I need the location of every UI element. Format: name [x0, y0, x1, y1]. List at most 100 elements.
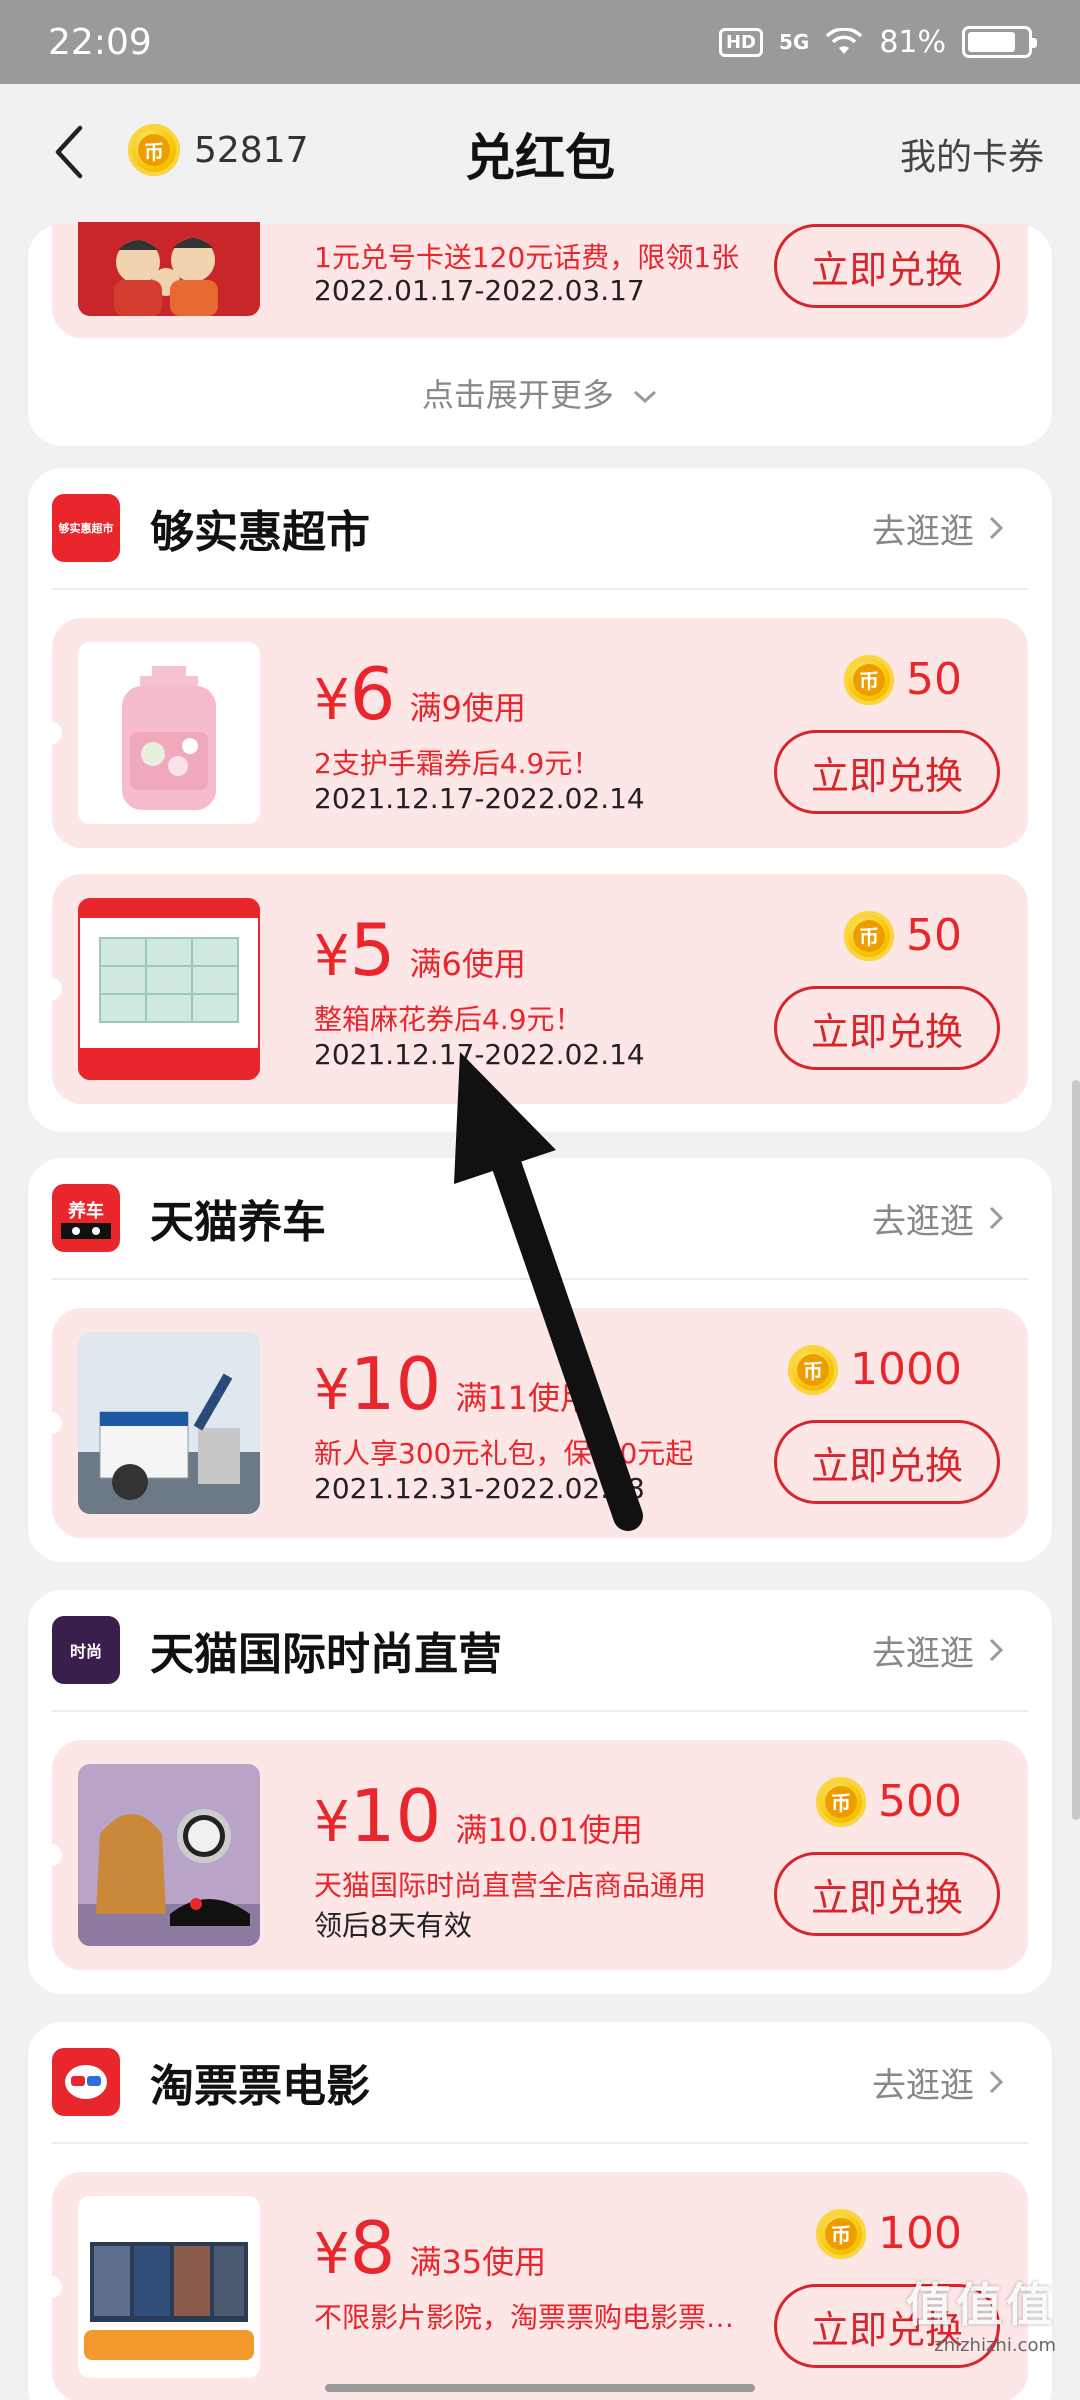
redeem-button[interactable]: 立即兑换	[774, 986, 1000, 1070]
store-header: 时尚 天猫国际时尚直营 去逛逛	[52, 1590, 1028, 1712]
coupon-condition: 满35使用	[409, 2243, 547, 2281]
coupon-price: 币 500	[816, 1776, 962, 1827]
coupon-amount: ¥ 5 满6使用	[314, 914, 526, 989]
redeem-button[interactable]: 立即兑换	[774, 224, 1000, 308]
coupon-image	[78, 898, 260, 1080]
coupon-condition: 满9使用	[409, 689, 526, 727]
scrollbar[interactable]	[1072, 1080, 1080, 1820]
coin-icon: 币	[788, 1344, 839, 1395]
store-name: 天猫养车	[150, 1197, 326, 1248]
store-logo: 养车	[52, 1184, 120, 1252]
store-logo	[52, 2048, 120, 2116]
store-card-tmall-fashion: 时尚 天猫国际时尚直营 去逛逛 ¥ 10 满10.01使用 天猫国际时尚直营全店…	[28, 1590, 1052, 1994]
coupon-image	[78, 1764, 260, 1946]
home-indicator[interactable]	[325, 2384, 755, 2392]
coupon-condition: 满10.01使用	[455, 1811, 643, 1849]
coupon-value: 6	[349, 652, 396, 736]
watermark-logo: 值值值	[906, 2278, 1056, 2332]
coin-cost: 500	[878, 1776, 962, 1827]
coupon-date: 2021.12.17-2022.02.14	[314, 1038, 645, 1071]
status-time: 22:09	[48, 21, 152, 63]
coupon-date: 2022.01.17-2022.03.17	[314, 274, 645, 307]
signal-icon: 5G	[778, 30, 810, 54]
currency-symbol: ¥	[314, 2222, 350, 2287]
page-header: 币 52817 兑红包 我的卡券	[0, 84, 1080, 224]
my-coupons-link[interactable]: 我的卡券	[900, 128, 1044, 180]
coupon-amount: ¥ 10 满10.01使用	[314, 1780, 643, 1855]
go-shop-label: 去逛逛	[872, 2065, 974, 2106]
chevron-right-icon	[989, 1638, 1004, 1662]
expand-more-label: 点击展开更多	[421, 376, 614, 414]
coin-balance: 币 52817	[128, 124, 309, 176]
coin-icon: 币	[816, 2208, 867, 2259]
coupon-image	[78, 2196, 260, 2378]
chevron-right-icon	[989, 1206, 1004, 1230]
coupon-value: 5	[349, 908, 396, 992]
store-header: 养车 天猫养车 去逛逛	[52, 1158, 1028, 1280]
coupon-card: ¥ 10 满11使用 新人享300元礼包，保养0元起 2021.12.31-20…	[42, 1308, 1028, 1538]
coupon-card: ¥ 8 满35使用 不限影片影院，淘票票购电影票… 币 100 立即兑换	[42, 2172, 1028, 2400]
battery-percent: 81%	[879, 24, 946, 60]
go-shop-link[interactable]: 去逛逛	[872, 504, 1004, 553]
coupon-price: 币 100	[816, 2208, 962, 2259]
coupon-description: 天猫国际时尚直营全店商品通用	[314, 1869, 707, 1902]
coupon-date: 2021.12.31-2022.02.28	[314, 1472, 645, 1505]
go-shop-link[interactable]: 去逛逛	[872, 2058, 1004, 2107]
coupon-condition: 满11使用	[455, 1379, 592, 1417]
coupon-image	[78, 222, 260, 316]
hd-icon: HD	[718, 27, 763, 57]
expand-more-button[interactable]: 点击展开更多	[28, 370, 1052, 416]
store-logo: 够实惠超市	[52, 494, 120, 562]
back-arrow-icon[interactable]	[50, 122, 90, 182]
coin-cost: 1000	[850, 1344, 962, 1395]
store-header: 够实惠超市 够实惠超市 去逛逛	[52, 468, 1028, 590]
coupon-card: ¥ 6 满9使用 2支护手霜券后4.9元！ 2021.12.17-2022.02…	[42, 618, 1028, 848]
currency-symbol: ¥	[314, 1358, 350, 1423]
coupon-image	[78, 1332, 260, 1514]
coupon-description: 整箱麻花券后4.9元！	[314, 1003, 583, 1036]
coin-icon: 币	[128, 124, 180, 176]
coupon-amount: ¥ 6 满9使用	[314, 658, 526, 733]
coupon-amount: ¥ 8 满35使用	[314, 2212, 546, 2287]
coupon-image	[78, 642, 260, 824]
redeem-button[interactable]: 立即兑换	[774, 1420, 1000, 1504]
coupon-description: 不限影片影院，淘票票购电影票…	[314, 2301, 735, 2334]
currency-symbol: ¥	[314, 924, 350, 989]
store-card-tmall-auto: 养车 天猫养车 去逛逛 ¥ 10 满11使用 新人享300元礼包，保养0元起 2…	[28, 1158, 1052, 1562]
status-bar: 22:09 HD 5G 81%	[0, 0, 1080, 84]
go-shop-label: 去逛逛	[872, 1201, 974, 1242]
coupon-card: 1元兑号卡送120元话费，限领1张 2022.01.17-2022.03.17 …	[52, 222, 1028, 338]
chevron-down-icon	[634, 390, 657, 404]
coupon-value: 10	[349, 1774, 442, 1858]
coin-icon: 币	[816, 1776, 867, 1827]
coupon-amount: ¥ 10 满11使用	[314, 1348, 592, 1423]
store-card-gouhuishi: 够实惠超市 够实惠超市 去逛逛 ¥ 6 满9使用 2支护手霜券后4.9元！ 20…	[28, 468, 1052, 1132]
redeem-button[interactable]: 立即兑换	[774, 1852, 1000, 1936]
go-shop-link[interactable]: 去逛逛	[872, 1626, 1004, 1675]
store-name: 天猫国际时尚直营	[150, 1629, 502, 1680]
coupon-card: ¥ 5 满6使用 整箱麻花券后4.9元！ 2021.12.17-2022.02.…	[42, 874, 1028, 1104]
wifi-icon	[826, 28, 863, 54]
coin-count: 52817	[194, 129, 309, 171]
coin-cost: 50	[906, 654, 962, 705]
coupon-condition: 满6使用	[409, 945, 526, 983]
top-section-card: 1元兑号卡送120元话费，限领1张 2022.01.17-2022.03.17 …	[28, 222, 1052, 446]
coupon-price: 币 50	[844, 910, 962, 961]
coin-cost: 100	[878, 2208, 962, 2259]
coupon-date: 2021.12.17-2022.02.14	[314, 782, 645, 815]
store-header: 淘票票电影 去逛逛	[52, 2022, 1028, 2144]
chevron-right-icon	[989, 516, 1004, 540]
coupon-date: 领后8天有效	[314, 1909, 472, 1942]
coupon-description: 2支护手霜券后4.9元！	[314, 747, 601, 780]
coupon-card: ¥ 10 满10.01使用 天猫国际时尚直营全店商品通用 领后8天有效 币 50…	[42, 1740, 1028, 1970]
chevron-right-icon	[989, 2070, 1004, 2094]
watermark-url: zhizhizhi.com	[934, 2335, 1056, 2356]
store-name: 淘票票电影	[150, 2061, 370, 2112]
coupon-price: 币 50	[844, 654, 962, 705]
battery-icon	[962, 26, 1037, 58]
coupon-price: 币 1000	[788, 1344, 962, 1395]
go-shop-link[interactable]: 去逛逛	[872, 1194, 1004, 1243]
watermark: 值值值 zhizhizhi.com	[906, 2269, 1056, 2356]
coin-cost: 50	[906, 910, 962, 961]
redeem-button[interactable]: 立即兑换	[774, 730, 1000, 814]
